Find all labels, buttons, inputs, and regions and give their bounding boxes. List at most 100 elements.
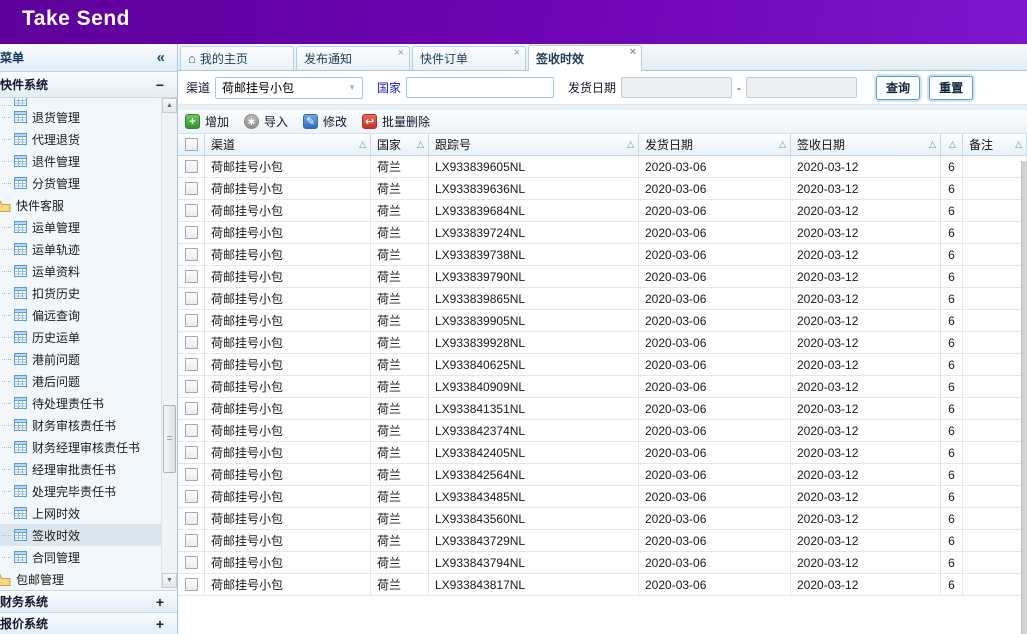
sidebar-menu-item[interactable]: 退货管理 xyxy=(0,106,161,128)
sidebar-menu-item[interactable]: 港前问题 xyxy=(0,348,161,370)
scroll-down-icon[interactable]: ▼ xyxy=(162,573,177,588)
sort-icon[interactable]: △ xyxy=(627,139,634,150)
row-checkbox[interactable] xyxy=(185,424,198,437)
sidebar-menu-item[interactable]: 财务审核责任书 xyxy=(0,414,161,436)
country-input[interactable] xyxy=(406,77,554,98)
sort-icon[interactable]: △ xyxy=(929,139,936,150)
table-row[interactable]: 荷邮挂号小包 荷兰 LX933841351NL 2020-03-06 2020-… xyxy=(178,398,1027,420)
scroll-up-icon[interactable]: ▲ xyxy=(162,98,177,113)
row-checkbox[interactable] xyxy=(185,182,198,195)
table-row[interactable]: 荷邮挂号小包 荷兰 LX933843729NL 2020-03-06 2020-… xyxy=(178,530,1027,552)
table-row[interactable]: 荷邮挂号小包 荷兰 LX933839865NL 2020-03-06 2020-… xyxy=(178,288,1027,310)
collapse-section-icon[interactable]: − xyxy=(156,77,164,93)
sidebar-scrollbar-thumb[interactable] xyxy=(163,405,176,473)
column-header[interactable]: 发货日期 △ xyxy=(639,134,791,155)
sidebar-collapse-icon[interactable]: « xyxy=(157,49,165,66)
toolbar-button[interactable]: ∗ 导入 xyxy=(244,113,288,130)
sidebar-section-collapsed[interactable]: 报价系统 + xyxy=(0,612,177,634)
row-checkbox[interactable] xyxy=(185,512,198,525)
row-checkbox[interactable] xyxy=(185,402,198,415)
table-row[interactable]: 荷邮挂号小包 荷兰 LX933842405NL 2020-03-06 2020-… xyxy=(178,442,1027,464)
table-row[interactable]: 荷邮挂号小包 荷兰 LX933840909NL 2020-03-06 2020-… xyxy=(178,376,1027,398)
sidebar-scrollbar[interactable]: ▲ ▼ xyxy=(161,98,177,588)
sidebar-menu-item[interactable]: 代理退货 xyxy=(0,128,161,150)
sidebar-menu-item[interactable]: 退件管理 xyxy=(0,150,161,172)
table-row[interactable]: 荷邮挂号小包 荷兰 LX933839928NL 2020-03-06 2020-… xyxy=(178,332,1027,354)
row-checkbox[interactable] xyxy=(185,292,198,305)
row-checkbox[interactable] xyxy=(185,468,198,481)
sidebar-menu-item[interactable]: 签收时效 xyxy=(0,524,161,546)
sidebar-section-collapsed[interactable]: 财务系统 + xyxy=(0,590,177,612)
sidebar-menu-item[interactable]: 扣货历史 xyxy=(0,282,161,304)
search-button[interactable]: 查询 xyxy=(876,76,920,100)
sidebar-menu-item[interactable]: 快件客服 xyxy=(0,194,161,216)
row-checkbox[interactable] xyxy=(185,248,198,261)
row-checkbox[interactable] xyxy=(185,314,198,327)
tab[interactable]: 快件订单 × xyxy=(412,46,526,70)
sort-icon[interactable]: △ xyxy=(949,139,956,150)
sidebar-section-express[interactable]: 快件系统 − xyxy=(0,72,177,98)
sort-icon[interactable]: △ xyxy=(417,139,424,150)
table-row[interactable]: 荷邮挂号小包 荷兰 LX933839605NL 2020-03-06 2020-… xyxy=(178,156,1027,178)
expand-section-icon[interactable]: + xyxy=(156,616,164,632)
sort-icon[interactable]: △ xyxy=(1015,139,1022,150)
sidebar-menu-item[interactable]: 历史运单 xyxy=(0,326,161,348)
sidebar-menu-item[interactable]: 运单轨迹 xyxy=(0,238,161,260)
sort-icon[interactable]: △ xyxy=(359,139,366,150)
table-row[interactable]: 荷邮挂号小包 荷兰 LX933839738NL 2020-03-06 2020-… xyxy=(178,244,1027,266)
row-checkbox[interactable] xyxy=(185,358,198,371)
table-row[interactable]: 荷邮挂号小包 荷兰 LX933839790NL 2020-03-06 2020-… xyxy=(178,266,1027,288)
row-checkbox[interactable] xyxy=(185,270,198,283)
table-row[interactable]: 荷邮挂号小包 荷兰 LX933840625NL 2020-03-06 2020-… xyxy=(178,354,1027,376)
table-row[interactable]: 荷邮挂号小包 荷兰 LX933843485NL 2020-03-06 2020-… xyxy=(178,486,1027,508)
toolbar-button[interactable]: ↩ 批量删除 xyxy=(362,113,430,130)
channel-select[interactable]: 荷邮挂号小包 ▼ xyxy=(215,77,363,99)
table-row[interactable]: 荷邮挂号小包 荷兰 LX933839636NL 2020-03-06 2020-… xyxy=(178,178,1027,200)
date-from-input[interactable] xyxy=(621,77,732,98)
expand-section-icon[interactable]: + xyxy=(156,594,164,610)
table-row[interactable]: 荷邮挂号小包 荷兰 LX933843817NL 2020-03-06 2020-… xyxy=(178,574,1027,596)
sidebar-menu-item[interactable]: 处理完毕责任书 xyxy=(0,480,161,502)
sidebar-menu-item[interactable]: 运单资料 xyxy=(0,260,161,282)
column-header[interactable]: 渠道 △ xyxy=(205,134,371,155)
row-checkbox[interactable] xyxy=(185,380,198,393)
sidebar-menu-item[interactable]: 港后问题 xyxy=(0,370,161,392)
row-checkbox[interactable] xyxy=(185,556,198,569)
select-all-checkbox[interactable] xyxy=(185,138,198,151)
column-header[interactable]: 备注 △ xyxy=(963,134,1027,155)
close-icon[interactable]: × xyxy=(398,47,404,59)
sidebar-menu-item[interactable]: 待处理责任书 xyxy=(0,392,161,414)
sidebar-menu-item[interactable]: 运单管理 xyxy=(0,216,161,238)
table-row[interactable]: 荷邮挂号小包 荷兰 LX933839724NL 2020-03-06 2020-… xyxy=(178,222,1027,244)
row-checkbox[interactable] xyxy=(185,160,198,173)
close-icon[interactable]: × xyxy=(630,46,636,58)
date-to-input[interactable] xyxy=(746,77,857,98)
row-checkbox[interactable] xyxy=(185,204,198,217)
sidebar-menu-item[interactable]: 包邮管理 xyxy=(0,568,161,590)
sidebar-menu-item[interactable]: 财务经理审核责任书 xyxy=(0,436,161,458)
row-checkbox[interactable] xyxy=(185,446,198,459)
table-row[interactable]: 荷邮挂号小包 荷兰 LX933843560NL 2020-03-06 2020-… xyxy=(178,508,1027,530)
sidebar-menu-item[interactable]: 经理审批责任书 xyxy=(0,458,161,480)
column-header[interactable]: 跟踪号 △ xyxy=(429,134,639,155)
tab[interactable]: 发布通知 × xyxy=(296,46,410,70)
table-row[interactable]: 荷邮挂号小包 荷兰 LX933839684NL 2020-03-06 2020-… xyxy=(178,200,1027,222)
table-row[interactable]: 荷邮挂号小包 荷兰 LX933843794NL 2020-03-06 2020-… xyxy=(178,552,1027,574)
sidebar-menu-item[interactable] xyxy=(0,98,161,106)
tab[interactable]: 签收时效 × xyxy=(528,45,642,71)
toolbar-button[interactable]: + 增加 xyxy=(185,113,229,130)
row-checkbox[interactable] xyxy=(185,578,198,591)
sidebar-menu-item[interactable]: 上网时效 xyxy=(0,502,161,524)
table-row[interactable]: 荷邮挂号小包 荷兰 LX933839905NL 2020-03-06 2020-… xyxy=(178,310,1027,332)
row-checkbox[interactable] xyxy=(185,336,198,349)
tab[interactable]: ⌂ 我的主页 xyxy=(180,46,294,70)
row-checkbox[interactable] xyxy=(185,534,198,547)
column-header[interactable]: 签收日期 △ xyxy=(791,134,941,155)
row-checkbox[interactable] xyxy=(185,226,198,239)
sidebar-menu-item[interactable]: 分货管理 xyxy=(0,172,161,194)
sidebar-menu-item[interactable]: 偏远查询 xyxy=(0,304,161,326)
row-checkbox[interactable] xyxy=(185,490,198,503)
main-scrollbar[interactable] xyxy=(1021,161,1027,634)
table-row[interactable]: 荷邮挂号小包 荷兰 LX933842374NL 2020-03-06 2020-… xyxy=(178,420,1027,442)
table-row[interactable]: 荷邮挂号小包 荷兰 LX933842564NL 2020-03-06 2020-… xyxy=(178,464,1027,486)
